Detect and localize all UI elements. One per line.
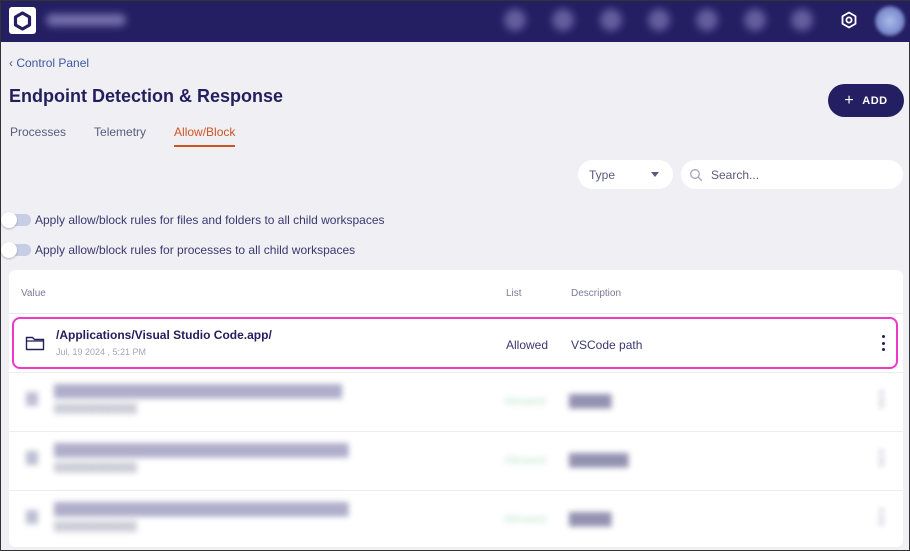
table-row[interactable]: ████████████████████████████████████████… — [12, 375, 898, 427]
column-header-list[interactable]: List — [506, 288, 522, 299]
header-divider — [9, 313, 903, 314]
caret-down-icon — [651, 172, 659, 177]
alert-icon[interactable] — [648, 9, 670, 31]
file-icon — [26, 451, 38, 465]
table-row[interactable]: ████████████████████████████████████████… — [12, 493, 898, 545]
more-options-icon[interactable] — [877, 450, 885, 466]
app-logo[interactable] — [9, 7, 36, 34]
search-input[interactable] — [711, 167, 891, 182]
row-description: VSCode path — [571, 338, 643, 352]
column-header-description[interactable]: Description — [571, 288, 621, 299]
row-value: /Applications/Visual Studio Code.app/ — [56, 328, 272, 342]
row-value: ████████████████████████████████████████… — [54, 384, 342, 398]
chevron-left-icon: ‹ — [9, 56, 13, 70]
breadcrumb-control-panel[interactable]: ‹ Control Panel — [9, 56, 89, 70]
toggle-row-files-folders: Apply allow/block rules for files and fo… — [1, 212, 385, 228]
tab-processes[interactable]: Processes — [10, 125, 66, 147]
file-icon — [26, 392, 38, 406]
row-date: █████████████ — [54, 462, 137, 472]
workspace-name[interactable] — [46, 14, 126, 26]
gear-icon[interactable] — [839, 10, 859, 30]
row-description: █████ — [569, 512, 612, 526]
type-select[interactable]: Type — [578, 160, 673, 189]
plus-icon: + — [844, 91, 855, 109]
nav-icon-5[interactable] — [696, 9, 718, 31]
row-divider — [9, 372, 903, 373]
type-select-value: Type — [589, 167, 616, 182]
file-icon — [26, 510, 38, 524]
row-description: █████ — [569, 394, 612, 408]
processes-toggle[interactable] — [1, 242, 31, 258]
files-folders-toggle[interactable] — [1, 212, 31, 228]
breadcrumb-label: Control Panel — [16, 56, 90, 70]
toggle-label: Apply allow/block rules for processes to… — [35, 243, 356, 257]
nav-icon-3[interactable] — [600, 9, 622, 31]
folder-icon — [25, 336, 45, 351]
nav-icon-7[interactable] — [791, 9, 813, 31]
toggle-label: Apply allow/block rules for files and fo… — [35, 213, 385, 227]
tab-telemetry[interactable]: Telemetry — [94, 125, 146, 147]
search-icon — [690, 168, 703, 181]
hexagon-logo-icon — [13, 10, 32, 31]
row-value: ████████████████████████████████████████… — [54, 443, 349, 457]
more-options-icon[interactable] — [877, 391, 885, 407]
row-list: Allowed — [504, 394, 547, 408]
row-list: Allowed — [506, 338, 549, 352]
tab-bar: Processes Telemetry Allow/Block — [10, 125, 263, 147]
more-options-icon[interactable] — [879, 335, 887, 351]
add-button-label: ADD — [862, 94, 888, 107]
row-date: █████████████ — [54, 403, 137, 413]
top-navigation-bar — [1, 1, 910, 42]
nav-icon-2[interactable] — [552, 9, 574, 31]
toggle-row-processes: Apply allow/block rules for processes to… — [1, 242, 356, 258]
table-row[interactable]: ████████████████████████████████████████… — [12, 434, 898, 486]
search-box[interactable] — [681, 160, 903, 189]
row-value: ████████████████████████████████████████… — [54, 502, 349, 516]
rules-table: Value List Description /Applications/Vis… — [9, 270, 903, 547]
row-date: █████████████ — [54, 521, 137, 531]
row-list: Allowed — [504, 512, 547, 526]
row-divider — [9, 490, 903, 491]
user-avatar[interactable] — [875, 6, 905, 36]
table-row[interactable]: /Applications/Visual Studio Code.app/ Ju… — [12, 317, 898, 369]
page-title: Endpoint Detection & Response — [9, 86, 284, 106]
column-header-value[interactable]: Value — [21, 288, 46, 299]
tab-allow-block[interactable]: Allow/Block — [174, 125, 236, 147]
row-divider — [9, 431, 903, 432]
row-description: ███████ — [569, 453, 629, 467]
add-button[interactable]: + ADD — [828, 84, 904, 117]
nav-icon-6[interactable] — [744, 9, 766, 31]
more-options-icon[interactable] — [877, 509, 885, 525]
row-list: Allowed — [504, 453, 547, 467]
search-icon[interactable] — [504, 9, 526, 31]
row-date: Jul, 19 2024 , 5:21 PM — [56, 347, 147, 357]
